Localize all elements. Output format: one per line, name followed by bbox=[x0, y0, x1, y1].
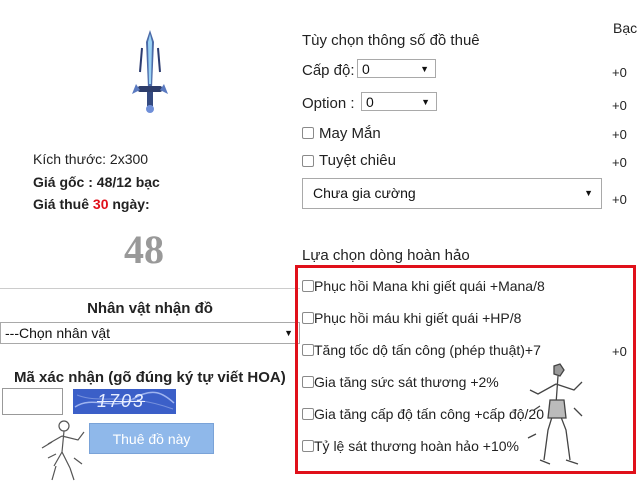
excellent-option-5: Gia tăng cấp độ tấn công +cấp độ/20 bbox=[314, 406, 545, 422]
enhance-select[interactable]: Chưa gia cường ▼ bbox=[302, 178, 602, 209]
option-select-value: 0 bbox=[366, 94, 374, 110]
excellent-checkbox-6[interactable] bbox=[302, 440, 314, 452]
excellent-header: Lựa chọn dòng hoàn hảo bbox=[302, 247, 470, 264]
rent-button[interactable]: Thuê đồ này bbox=[89, 423, 214, 454]
excellent-checkbox-4[interactable] bbox=[302, 376, 314, 388]
excellent-checkbox-1[interactable] bbox=[302, 280, 314, 292]
chevron-down-icon: ▼ bbox=[584, 188, 593, 198]
skill-checkbox[interactable] bbox=[302, 155, 314, 167]
item-rent-price: Giá thuê 30 ngày: bbox=[33, 196, 150, 212]
level-plus: +0 bbox=[612, 65, 627, 80]
captcha-input[interactable] bbox=[2, 388, 63, 415]
rent-suffix: ngày: bbox=[108, 196, 150, 212]
item-base-price: Giá gốc : 48/12 bạc bbox=[33, 174, 160, 190]
excellent-plus: +0 bbox=[612, 344, 627, 359]
excellent-checkbox-3[interactable] bbox=[302, 344, 314, 356]
luck-plus: +0 bbox=[612, 127, 627, 142]
chevron-down-icon: ▼ bbox=[420, 64, 429, 74]
level-select-value: 0 bbox=[362, 61, 370, 77]
sword-icon bbox=[132, 30, 168, 113]
captcha-text: 1703 bbox=[97, 391, 146, 411]
character-select-value: ---Chọn nhân vật bbox=[5, 325, 111, 341]
option-label: Option : bbox=[302, 95, 355, 112]
excellent-option-2: Phục hồi máu khi giết quái +HP/8 bbox=[314, 310, 522, 326]
skill-label: Tuyệt chiêu bbox=[319, 152, 396, 169]
enhance-plus: +0 bbox=[612, 192, 627, 207]
excellent-option-6: Tỷ lệ sát thương hoàn hảo +10% bbox=[314, 438, 519, 454]
captcha-image: 1703 bbox=[73, 389, 176, 414]
excellent-option-1: Phục hồi Mana khi giết quái +Mana/8 bbox=[314, 278, 545, 294]
excellent-option-4: Gia tăng sức sát thương +2% bbox=[314, 374, 499, 390]
option-plus: +0 bbox=[612, 98, 627, 113]
excellent-option-3: Tăng tốc dộ tấn công (phép thuật)+7 bbox=[314, 342, 541, 358]
level-label: Cấp độ: bbox=[302, 62, 355, 79]
chevron-down-icon: ▼ bbox=[421, 97, 430, 107]
character-sketch-icon bbox=[41, 420, 85, 481]
options-header: Tùy chọn thông số đồ thuê bbox=[302, 32, 480, 49]
excellent-checkbox-5[interactable] bbox=[302, 408, 314, 420]
price-big: 48 bbox=[124, 227, 164, 272]
skill-plus: +0 bbox=[612, 155, 627, 170]
captcha-label: Mã xác nhận (gõ đúng ký tự viết HOA) bbox=[14, 369, 286, 386]
luck-label: May Mắn bbox=[319, 125, 381, 142]
excellent-checkbox-2[interactable] bbox=[302, 312, 314, 324]
receiver-title: Nhân vật nhận đồ bbox=[87, 300, 213, 317]
item-size: Kích thước: 2x300 bbox=[33, 151, 149, 167]
option-select[interactable]: 0 ▼ bbox=[361, 92, 437, 111]
level-select[interactable]: 0 ▼ bbox=[357, 59, 436, 78]
luck-checkbox[interactable] bbox=[302, 127, 314, 139]
enhance-select-value: Chưa gia cường bbox=[313, 185, 416, 201]
rent-prefix: Giá thuê bbox=[33, 196, 93, 212]
currency-header: Bạc bbox=[613, 20, 638, 36]
chevron-down-icon: ▼ bbox=[284, 328, 293, 338]
divider bbox=[0, 288, 300, 289]
character-select[interactable]: ---Chọn nhân vật ▼ bbox=[0, 322, 300, 344]
rent-days: 30 bbox=[92, 196, 109, 212]
